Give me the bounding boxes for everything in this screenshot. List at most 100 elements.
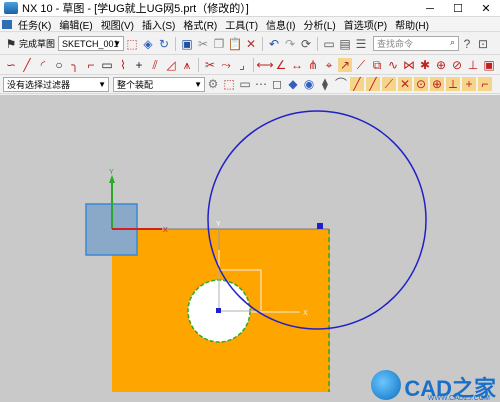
orient-view-icon[interactable]: ⬚: [125, 37, 139, 51]
command-search-input[interactable]: 查找命令 ⌕: [373, 36, 460, 51]
existing-point-snap-icon[interactable]: +: [462, 77, 476, 91]
window-controls: ─ ☐ ✕: [416, 0, 500, 17]
pattern-icon[interactable]: ◿: [164, 58, 178, 72]
menu-edit[interactable]: 编辑(E): [55, 17, 96, 32]
update-model-icon[interactable]: ↻: [157, 37, 171, 51]
rapid-dimension-icon[interactable]: ⟷: [256, 58, 273, 72]
sketch-canvas[interactable]: Y X Y X: [0, 95, 500, 402]
chevron-down-icon: ▼: [194, 79, 202, 89]
toolbar-separator: [198, 57, 199, 72]
offset-curve-icon[interactable]: ⫽: [148, 58, 162, 72]
sketch-settings-icon[interactable]: ✱: [418, 58, 432, 72]
cad-logo-icon: [371, 370, 402, 400]
rectangle-icon[interactable]: ▭: [100, 58, 114, 72]
assembly-scope-select[interactable]: 整个装配 ▼: [113, 76, 205, 92]
point-icon[interactable]: +: [132, 58, 146, 72]
menu-app-icon[interactable]: [2, 19, 12, 29]
paste-icon[interactable]: 📋: [228, 37, 243, 51]
wcs-y-label: Y: [109, 169, 114, 176]
quadrant-snap-icon[interactable]: ⊕: [430, 77, 444, 91]
small-circle-center-icon[interactable]: [216, 308, 221, 313]
endpoint-snap-icon[interactable]: ╱: [350, 77, 364, 91]
maximize-icon[interactable]: ☐: [444, 0, 472, 17]
menu-task[interactable]: 任务(K): [14, 17, 55, 32]
sketch-y-label: Y: [216, 221, 221, 228]
midpoint-snap-icon[interactable]: ╱: [366, 77, 380, 91]
finish-sketch-flag-icon[interactable]: ⚑: [4, 37, 18, 51]
select-by-type-icon[interactable]: ⚙: [206, 77, 220, 91]
undo-icon[interactable]: ↶: [267, 37, 281, 51]
minimize-icon[interactable]: ─: [416, 0, 444, 17]
show-constraints-icon[interactable]: ↔: [290, 58, 304, 72]
cut-icon[interactable]: ✂: [196, 37, 210, 51]
save-icon[interactable]: ▣: [180, 37, 194, 51]
graphics-window[interactable]: Y X Y X CAD之家 WWW.CADZJ.COM: [0, 95, 500, 402]
relations-browser-icon[interactable]: ⌖: [322, 58, 336, 72]
tangent-snap-icon[interactable]: ⌐: [478, 77, 492, 91]
circle-icon[interactable]: ○: [52, 58, 66, 72]
menu-help[interactable]: 帮助(H): [391, 17, 433, 32]
menu-info[interactable]: 信息(I): [262, 17, 299, 32]
select-all-icon[interactable]: ⋯: [254, 77, 268, 91]
pin-icon[interactable]: ⊡: [476, 37, 490, 51]
convert-reference-icon[interactable]: ⟋: [354, 58, 368, 72]
selection-filter-select[interactable]: 没有选择过滤器 ▼: [3, 76, 109, 92]
fillet-icon[interactable]: ╮: [68, 58, 82, 72]
menu-format[interactable]: 格式(R): [179, 17, 221, 32]
quick-trim-icon[interactable]: ✂: [203, 58, 217, 72]
intersection-snap-icon[interactable]: ✕: [398, 77, 412, 91]
face-select-icon[interactable]: ◆: [286, 77, 300, 91]
window-title: NX 10 - 草图 - [学UG就上UG网5.prt（修改的）]: [22, 3, 249, 15]
roles-icon[interactable]: ☰: [354, 37, 368, 51]
inferred-constraint-icon[interactable]: ⋈: [402, 58, 416, 72]
reattach-icon[interactable]: ◈: [141, 37, 155, 51]
line-icon[interactable]: ╱: [20, 58, 34, 72]
toolbar-main: ⚑ 完成草图 SKETCH_001 ▼ ⬚ ◈ ↻ ▣ ✂ ❐ 📋 ✕ ↶ ↷ …: [0, 33, 500, 55]
delete-icon[interactable]: ✕: [244, 37, 258, 51]
rectangle-select-icon[interactable]: ▭: [238, 77, 252, 91]
help-icon[interactable]: ?: [460, 37, 474, 51]
mirror-icon[interactable]: ⩚: [180, 58, 194, 72]
body-select-icon[interactable]: ◉: [302, 77, 316, 91]
delay-evaluation-icon[interactable]: ⊕: [434, 58, 448, 72]
alternate-solution-icon[interactable]: ⧉: [370, 58, 384, 72]
assembly-scope-value: 整个装配: [117, 79, 154, 90]
arc-center-snap-icon[interactable]: ⊙: [414, 77, 428, 91]
evaluate-sketch-icon[interactable]: ⊘: [450, 58, 464, 72]
chamfer-icon[interactable]: ⌐: [84, 58, 98, 72]
menu-prefs[interactable]: 首选项(P): [340, 17, 391, 32]
polygon-icon[interactable]: ⌇: [116, 58, 130, 72]
copy-icon[interactable]: ❐: [212, 37, 226, 51]
menu-analysis[interactable]: 分析(L): [300, 17, 340, 32]
toolbar-separator: [317, 36, 319, 51]
window-icon[interactable]: ▭: [322, 37, 336, 51]
curve-select-icon[interactable]: ⌒: [334, 77, 348, 91]
geometric-constraint-icon[interactable]: ∠: [274, 58, 288, 72]
sketch-name-select[interactable]: SKETCH_001 ▼: [58, 36, 125, 51]
profile-icon[interactable]: ∽: [4, 58, 18, 72]
snap-point-icon[interactable]: ⬚: [222, 77, 236, 91]
quick-extend-icon[interactable]: ⤳: [219, 58, 233, 72]
update-icon[interactable]: ▣: [482, 58, 496, 72]
wcs-y-arrow-icon: [109, 175, 115, 183]
continuous-auto-dimension-icon[interactable]: ↗: [338, 57, 352, 72]
control-point-snap-icon[interactable]: ⟋: [382, 77, 396, 91]
redo-icon[interactable]: ↷: [283, 37, 297, 51]
animate-dimension-icon[interactable]: ∿: [386, 58, 400, 72]
menu-insert[interactable]: 插入(S): [138, 17, 179, 32]
make-corner-icon[interactable]: ⌟: [235, 58, 249, 72]
arc-icon[interactable]: ◜: [36, 58, 50, 72]
menu-tools[interactable]: 工具(T): [221, 17, 262, 32]
repeat-command-icon[interactable]: ⟳: [299, 37, 313, 51]
feature-select-icon[interactable]: ⧫: [318, 77, 332, 91]
create-inferred-icon[interactable]: ⊥: [466, 58, 480, 72]
auto-constrain-icon[interactable]: ⋔: [306, 58, 320, 72]
wcs-x-label: X: [163, 227, 168, 234]
deselect-icon[interactable]: ◻: [270, 77, 284, 91]
menu-view[interactable]: 视图(V): [97, 17, 138, 32]
search-icon: ⌕: [449, 37, 456, 47]
layout-icon[interactable]: ▤: [338, 37, 352, 51]
close-icon[interactable]: ✕: [472, 0, 500, 17]
finish-sketch-button[interactable]: 完成草图: [19, 37, 55, 50]
point-on-curve-snap-icon[interactable]: ⟂: [446, 77, 460, 91]
